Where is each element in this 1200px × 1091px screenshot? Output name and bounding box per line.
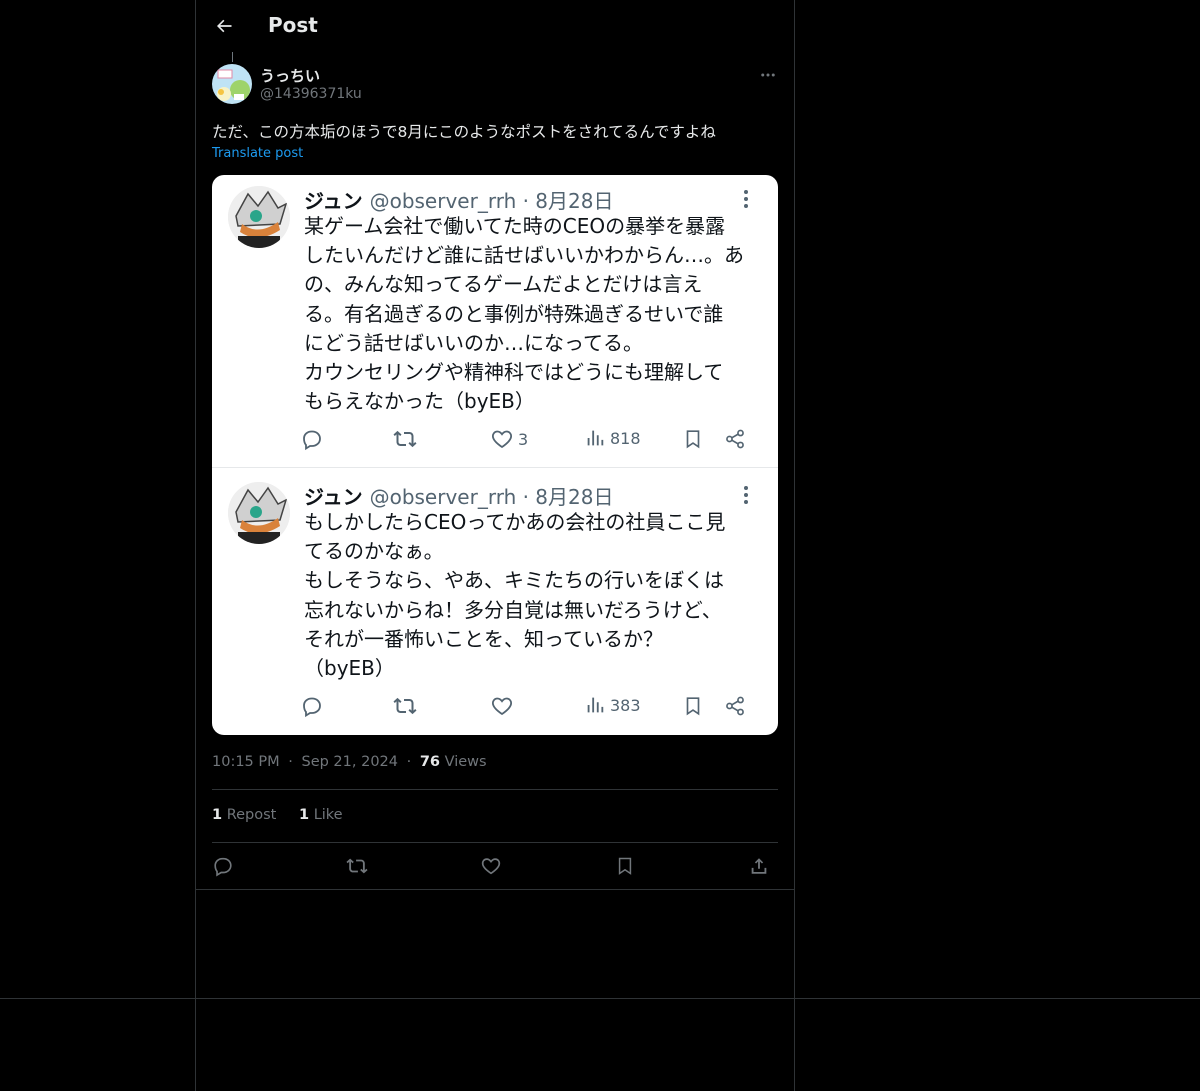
divider <box>212 842 778 843</box>
bookmark-button[interactable] <box>611 852 639 880</box>
heart-icon <box>481 858 501 875</box>
more-vertical-icon <box>740 483 752 507</box>
views-icon <box>587 697 604 713</box>
views-stat: 383 <box>584 694 641 716</box>
embedded-tweet-meta: @observer_rrh · 8月28日 <box>369 189 614 213</box>
author-avatar[interactable] <box>212 64 252 104</box>
bookmark-icon <box>682 427 704 451</box>
more-horizontal-icon <box>761 73 775 77</box>
thread-connector <box>232 52 233 62</box>
embedded-tweet-name: ジュン <box>304 485 363 509</box>
views-icon <box>587 430 604 446</box>
views-count: 383 <box>610 695 641 715</box>
reply-icon <box>214 857 232 877</box>
embedded-tweet: ジュン @observer_rrh · 8月28日 某ゲーム会社で働いてた時のC… <box>212 175 778 467</box>
like-stat: 3 <box>490 427 528 451</box>
share-button[interactable] <box>745 852 773 880</box>
repost-button[interactable] <box>343 852 371 880</box>
embedded-tweet-actions: 3 818 <box>300 427 770 457</box>
reply-button[interactable] <box>209 852 237 880</box>
back-button[interactable] <box>208 10 240 42</box>
post-time[interactable]: 10:15 PM <box>212 754 280 770</box>
embedded-tweet-name: ジュン <box>304 189 363 213</box>
like-count: 3 <box>518 429 529 449</box>
views-label: Views <box>444 754 487 770</box>
embedded-tweet-header: ジュン @observer_rrh · 8月28日 <box>304 185 613 214</box>
reposts-label: Repost <box>226 807 277 823</box>
post-action-bar <box>212 852 778 880</box>
bottom-divider <box>0 998 1200 999</box>
like-button[interactable] <box>477 852 505 880</box>
views-count: 76 <box>419 754 441 770</box>
post-text: ただ、この方本垢のほうで8月にこのようなポストをされてるんですよね <box>212 123 716 141</box>
embedded-tweet-avatar <box>228 186 290 248</box>
embedded-tweet-actions: 383 <box>300 694 770 724</box>
share-icon <box>724 427 746 451</box>
page-title: Post <box>268 13 318 37</box>
bookmark-icon <box>682 694 704 718</box>
post-date[interactable]: Sep 21, 2024 <box>301 754 398 770</box>
translate-post-link[interactable]: Translate post <box>212 146 303 161</box>
heart-icon <box>492 430 512 449</box>
post-timestamp-line: 10:15 PM · Sep 21, 2024 · 76 Views <box>212 754 487 770</box>
author-display-name[interactable]: うっちい <box>260 65 320 86</box>
reposts-count: 1 <box>212 807 223 823</box>
divider <box>212 789 778 790</box>
meta-separator: · <box>406 754 412 770</box>
repost-icon <box>392 694 418 718</box>
reply-icon <box>300 427 324 451</box>
right-column-border <box>794 0 795 1091</box>
author-handle[interactable]: @14396371ku <box>260 86 362 102</box>
share-icon <box>751 858 767 874</box>
post-header: Post <box>196 0 794 53</box>
likes-stat[interactable]: 1 Like <box>299 807 343 823</box>
embedded-tweet: ジュン @observer_rrh · 8月28日 もしかしたらCEOってかあの… <box>212 468 778 735</box>
likes-label: Like <box>313 807 343 823</box>
embedded-tweet-avatar <box>228 482 290 544</box>
post-media-image[interactable]: ジュン @observer_rrh · 8月28日 某ゲーム会社で働いてた時のC… <box>212 175 778 735</box>
share-icon <box>724 694 746 718</box>
embedded-tweet-body: 某ゲーム会社で働いてた時のCEOの暴挙を暴露 したいんだけど誰に話せばいいかわか… <box>304 214 744 414</box>
more-options-button[interactable] <box>756 64 780 86</box>
bookmark-icon <box>618 857 632 875</box>
embedded-tweet-meta: @observer_rrh · 8月28日 <box>369 485 614 509</box>
likes-count: 1 <box>298 807 310 823</box>
repost-icon <box>392 427 418 451</box>
repost-icon <box>346 858 368 874</box>
heart-icon <box>492 697 512 716</box>
views-stat: 818 <box>584 427 641 449</box>
more-vertical-icon <box>740 187 752 211</box>
like-stat <box>490 694 518 718</box>
embedded-tweet-header: ジュン @observer_rrh · 8月28日 <box>304 481 613 510</box>
reply-icon <box>300 694 324 718</box>
views-count: 818 <box>610 428 641 448</box>
post-detail-column: Post うっちい @14396371ku ただ、この方本垢のほうで8月にこのよ… <box>196 0 794 890</box>
reposts-stat[interactable]: 1 Repost <box>212 807 276 823</box>
post-stats: 1 Repost 1 Like <box>212 807 361 823</box>
arrow-left-icon <box>217 19 232 33</box>
embedded-tweet-body: もしかしたらCEOってかあの会社の社員ここ見 てるのかなぁ。 もしそうなら、やあ… <box>304 510 726 681</box>
meta-separator: · <box>288 754 293 770</box>
